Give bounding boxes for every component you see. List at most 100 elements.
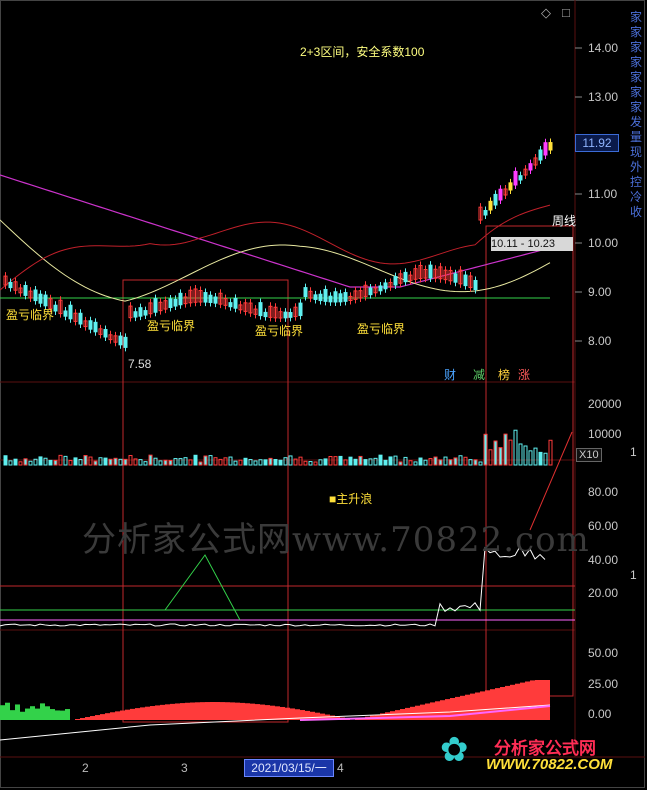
side-info-strip[interactable]: 家家家家家家家发量现外控冷收 — [628, 10, 644, 380]
histogram-bar — [470, 693, 475, 720]
side-number: 1 — [630, 445, 637, 459]
histogram-bar — [490, 689, 495, 720]
badge-limit-up[interactable]: 涨 — [517, 366, 531, 383]
volume-bar — [418, 457, 423, 466]
volume-bar — [483, 433, 488, 466]
volume-bar — [373, 457, 378, 466]
histogram-bar — [230, 702, 235, 720]
volume-bar — [148, 454, 153, 466]
histogram-bar — [125, 709, 130, 720]
candle-body — [518, 175, 523, 181]
volume-bar — [423, 459, 428, 466]
volume-bar — [163, 459, 168, 466]
ma-line-magenta — [0, 174, 551, 288]
candle-body — [428, 264, 433, 279]
candle-body — [63, 310, 68, 317]
histogram-bar — [520, 682, 525, 720]
volume-bar — [238, 459, 243, 466]
histogram-bar — [65, 709, 70, 720]
candle-body — [228, 302, 233, 308]
price-tick: 10.00 — [588, 236, 619, 250]
candle-body — [493, 193, 498, 206]
volume-bar — [183, 457, 188, 466]
volume-bar — [198, 461, 203, 466]
volume-bar — [8, 460, 13, 466]
volume-bar — [273, 458, 278, 466]
candle-body — [178, 292, 183, 306]
histogram-bar — [455, 696, 460, 720]
histogram-bar — [535, 680, 540, 720]
histogram-bar — [35, 708, 40, 720]
candle-body — [528, 163, 533, 171]
volume-bar — [263, 459, 268, 466]
badge-finance[interactable]: 财 — [443, 366, 457, 383]
histogram-bar — [215, 702, 220, 720]
histogram-bar — [540, 680, 545, 720]
histogram-bar — [275, 706, 280, 720]
volume-bar — [88, 456, 93, 466]
zone-label: 2+3区间，安全系数100 — [300, 45, 425, 59]
volume-bar — [93, 460, 98, 466]
time-tick: 4 — [337, 761, 344, 775]
histogram-bar — [185, 702, 190, 720]
volume-bar — [528, 450, 533, 466]
histogram-bar — [175, 703, 180, 720]
histogram-bar — [510, 684, 515, 720]
volume-bar — [363, 459, 368, 466]
low-price-marker: 7.58 — [128, 357, 152, 371]
profit-loss-label: 盈亏临界 — [147, 319, 196, 333]
candle-body — [208, 294, 213, 303]
candle-body — [118, 335, 123, 346]
indicator-tick: 80.00 — [588, 485, 619, 499]
histogram-bar — [270, 705, 275, 720]
candle-body — [103, 328, 108, 338]
candle-body — [43, 294, 48, 307]
volume-bar — [548, 439, 553, 466]
volume-bar — [193, 454, 198, 466]
volume-bar — [203, 455, 208, 466]
volume-bar — [48, 459, 53, 466]
histogram-bar — [50, 709, 55, 720]
volume-bar — [68, 460, 73, 466]
candle-body — [133, 311, 138, 318]
stock-chart-canvas[interactable] — [0, 0, 647, 790]
volume-bar — [338, 455, 343, 466]
histogram-bar — [45, 706, 50, 720]
volume-bar — [278, 459, 283, 466]
candle-body — [33, 289, 38, 302]
histogram-bar — [60, 710, 65, 720]
price-tick: 13.00 — [588, 90, 619, 104]
histogram-bar — [170, 703, 175, 720]
candle-body — [368, 287, 373, 296]
histogram-bar — [400, 709, 405, 720]
volume-bar — [388, 456, 393, 466]
volume-bar — [518, 443, 523, 466]
volume-bar — [343, 459, 348, 466]
square-icon[interactable]: □ — [562, 5, 570, 20]
indicator2-tick: 25.00 — [588, 677, 619, 691]
histogram-bar — [205, 702, 210, 720]
histogram-bar — [55, 710, 60, 720]
histogram-bar — [240, 702, 245, 720]
candle-body — [488, 200, 493, 211]
weekly-label: 周线 — [552, 214, 577, 228]
badge-reduce[interactable]: 减 — [472, 366, 486, 383]
histogram-bar — [130, 708, 135, 720]
volume-bar — [268, 457, 273, 466]
candle-body — [78, 312, 83, 325]
volume-bar — [103, 457, 108, 466]
candle-body — [513, 170, 518, 186]
badge-ranking[interactable]: 榜 — [497, 366, 511, 383]
volume-bar — [113, 457, 118, 466]
volume-tick: 10000 — [588, 427, 622, 441]
diamond-icon[interactable]: ◇ — [541, 5, 551, 21]
flower-logo-icon: ✿ — [440, 731, 469, 769]
candle-body — [323, 288, 328, 302]
volume-bar — [493, 440, 498, 466]
histogram-bar — [260, 704, 265, 720]
highlight-box — [122, 279, 289, 723]
candle-body — [213, 296, 218, 304]
histogram-bar — [220, 702, 225, 720]
histogram-bar — [5, 702, 10, 720]
candle-body — [258, 302, 263, 317]
